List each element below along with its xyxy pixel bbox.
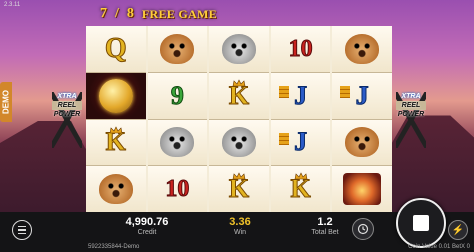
reel-symbol: 10 xyxy=(270,26,331,72)
total-bet-label: Total Bet xyxy=(311,229,339,236)
reel-column: 10 J J K xyxy=(270,26,331,212)
session-id: 5922335844-Demo xyxy=(88,244,140,250)
reel-symbol: K xyxy=(86,119,146,166)
reel-symbol: 9 xyxy=(147,72,208,119)
menu-line xyxy=(18,232,26,235)
crown-icon xyxy=(109,125,123,133)
demo-tab[interactable]: DEMO xyxy=(0,82,12,122)
total-bet-value: 1.2 xyxy=(317,216,333,228)
menu-line xyxy=(18,229,26,231)
wolf-icon xyxy=(221,127,256,158)
autoplay-icon xyxy=(357,223,369,235)
lightning-icon: ⚡ xyxy=(451,224,465,236)
reel-symbol: K xyxy=(209,166,269,212)
reel-symbol xyxy=(332,26,392,72)
credit-value: 4,990.76 xyxy=(125,216,169,228)
credit-label: Credit xyxy=(137,229,157,236)
reel-symbol: K xyxy=(270,166,331,212)
symbol-ten-label: 10 xyxy=(288,35,313,62)
reel-symbol: K xyxy=(209,72,269,119)
symbol-q-label: Q xyxy=(104,32,127,64)
credit-display: 4,990.76 Credit xyxy=(112,216,182,236)
crown-icon xyxy=(232,79,246,87)
bottom-bar: 4,990.76 Credit 3.36 Win 1.2 Total Bet ⚡… xyxy=(0,198,474,252)
reel-symbol: J xyxy=(270,119,331,166)
symbol-j-label: J xyxy=(355,80,369,110)
cougar-icon xyxy=(160,33,195,64)
reel-column: QK xyxy=(86,26,146,212)
badge-line-power: POWER xyxy=(53,111,81,118)
symbol-nine-label: 9 xyxy=(170,80,184,110)
reel-symbol xyxy=(147,26,208,72)
cougar-icon xyxy=(345,127,380,158)
turbo-button[interactable]: ⚡ xyxy=(448,220,468,240)
reel-symbol: 10 xyxy=(147,166,208,212)
win-display: 3.36 Win xyxy=(220,216,260,236)
symbol-j-label: J xyxy=(294,127,308,157)
reel-symbol xyxy=(86,166,146,212)
reel-column: J xyxy=(332,26,392,212)
gold-bars-icon xyxy=(340,86,351,99)
win-label: Win xyxy=(233,229,247,236)
badge-line-reel: REEL xyxy=(52,101,82,110)
reel-symbol: J xyxy=(332,72,392,119)
badge-line-xtra: XTRA xyxy=(57,93,77,100)
free-game-label: FREE GAME xyxy=(141,6,217,21)
menu-button[interactable] xyxy=(12,220,32,240)
gold-bars-icon xyxy=(278,86,289,99)
badge-line-reel: REEL xyxy=(396,101,426,110)
gold-coin-icon xyxy=(98,78,133,113)
game-stage: 2.3.11 DEMO 7 / 8 FREE GAME XTRA REEL PO… xyxy=(0,0,474,252)
reel-column: 9 10 xyxy=(147,26,208,212)
badge-line-xtra: XTRA xyxy=(401,93,421,100)
gold-bars-icon xyxy=(278,133,289,146)
cougar-icon xyxy=(98,174,133,205)
free-game-total: 8 xyxy=(126,6,134,21)
wolf-icon xyxy=(221,33,256,64)
reel-symbol xyxy=(209,26,269,72)
reel-symbol xyxy=(332,166,392,212)
reel-column: KK xyxy=(209,26,269,212)
symbol-j-label: J xyxy=(294,80,308,110)
reel-symbol: Q xyxy=(86,26,146,72)
coin-value-info: Coin Value 0.01 BetX 0 xyxy=(408,244,470,250)
spin-stop-button[interactable] xyxy=(396,198,446,248)
free-game-counter: 7 / 8 FREE GAME xyxy=(100,5,217,23)
reel-symbol xyxy=(209,119,269,166)
badge-line-power: POWER xyxy=(397,111,425,118)
wolf-icon xyxy=(160,127,195,158)
reel-symbol xyxy=(332,119,392,166)
free-game-current: 7 xyxy=(100,6,107,21)
reel-grid: Q K 9 10 K K 10 J J K J xyxy=(86,26,392,212)
xtra-reel-power-badge-left: XTRA REEL POWER xyxy=(52,92,82,148)
stop-icon xyxy=(413,215,429,231)
crown-icon xyxy=(232,172,246,180)
free-game-separator: / xyxy=(115,6,119,21)
xtra-reel-power-badge-right: XTRA REEL POWER xyxy=(396,92,426,148)
crown-icon xyxy=(294,172,307,180)
reel-symbol xyxy=(147,119,208,166)
menu-line xyxy=(18,225,26,228)
win-value: 3.36 xyxy=(229,216,251,228)
cougar-icon xyxy=(345,33,380,64)
reel-symbol xyxy=(86,72,146,119)
symbol-ten-label: 10 xyxy=(165,176,190,203)
autoplay-button[interactable] xyxy=(352,218,374,240)
reel-symbol: J xyxy=(270,72,331,119)
sunset-scatter-icon xyxy=(343,173,382,206)
version-label: 2.3.11 xyxy=(4,2,21,8)
total-bet-display[interactable]: 1.2 Total Bet xyxy=(302,216,348,236)
